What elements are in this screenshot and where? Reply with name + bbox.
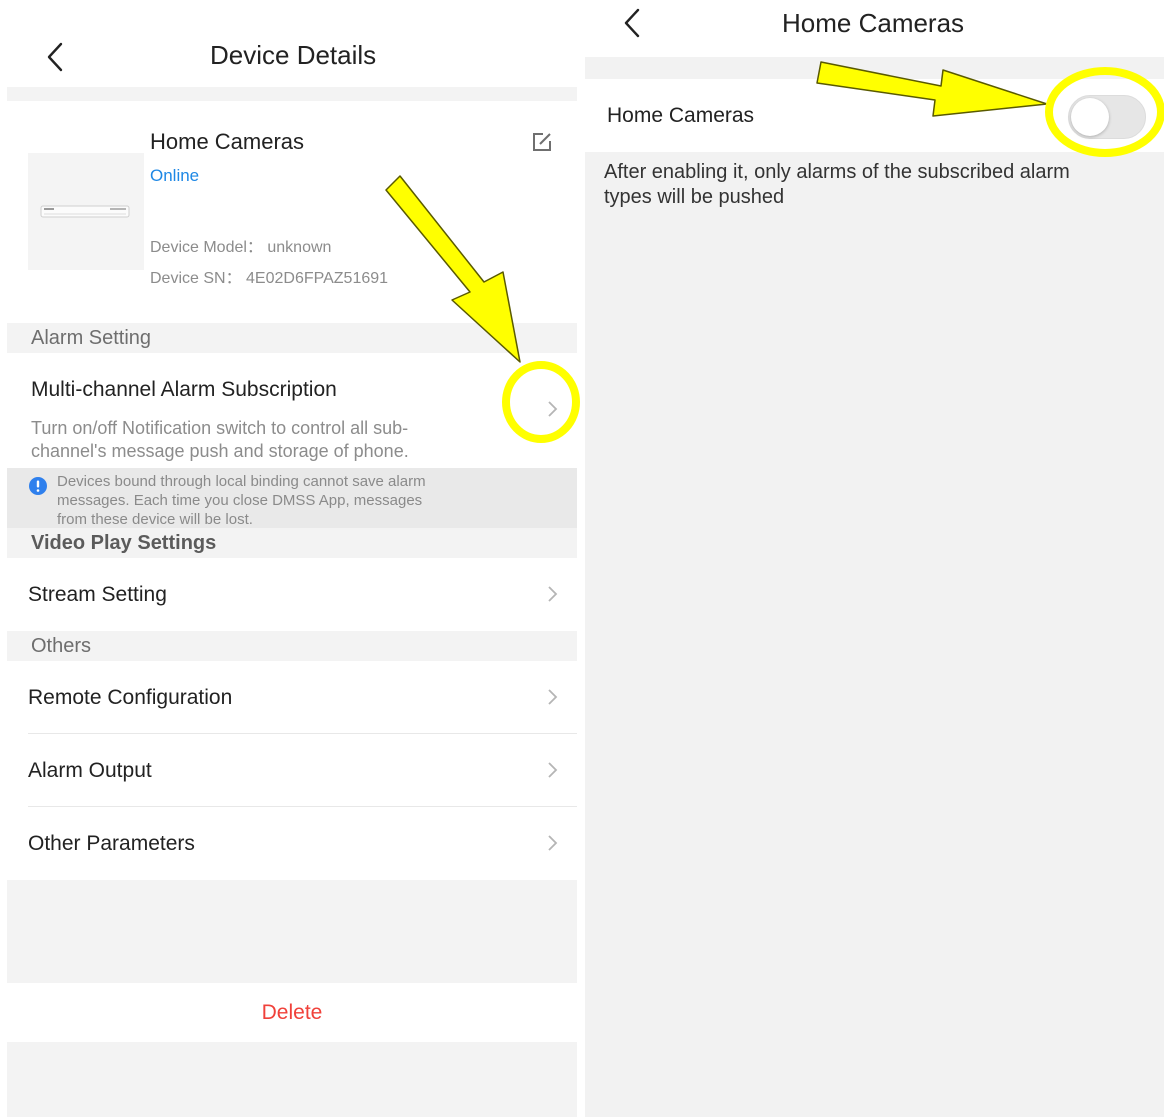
home-cameras-screen: Home Cameras Home Cameras After enabling… (585, 0, 1164, 1117)
chevron-right-icon[interactable] (545, 687, 559, 707)
info-icon (29, 477, 47, 495)
highlight-circle-icon (1045, 67, 1164, 157)
highlight-annotation-left (385, 175, 580, 443)
bottom-spacer (7, 1042, 577, 1117)
stream-setting-label: Stream Setting (28, 583, 167, 606)
alarm-output-label: Alarm Output (28, 759, 152, 782)
info-notice-line-1: Devices bound through local binding cann… (57, 473, 426, 490)
info-notice-line-3: from these device will be lost. (57, 511, 253, 528)
section-header-bg (7, 631, 577, 661)
toggle-description-line-2: types will be pushed (604, 186, 785, 208)
other-parameters-label: Other Parameters (28, 832, 195, 855)
spacer (7, 880, 577, 983)
section-others: Others (31, 635, 92, 657)
section-video-play-settings: Video Play Settings (31, 532, 217, 554)
chevron-right-icon[interactable] (545, 833, 559, 853)
highlight-circle-icon (502, 361, 580, 443)
info-notice-text: Devices bound through local binding cann… (57, 472, 426, 529)
highlight-annotation-right (816, 61, 1164, 157)
remote-configuration-label: Remote Configuration (28, 686, 233, 709)
highlight-arrow-icon (385, 175, 521, 363)
highlight-arrow-icon (816, 61, 1048, 117)
chevron-right-icon[interactable] (545, 584, 559, 604)
chevron-right-icon[interactable] (545, 760, 559, 780)
delete-button[interactable]: Delete (7, 1001, 577, 1025)
device-details-screen: Device Details Home Cameras Online Devic… (0, 0, 585, 1117)
info-notice-line-2: messages. Each time you close DMSS App, … (57, 492, 423, 509)
